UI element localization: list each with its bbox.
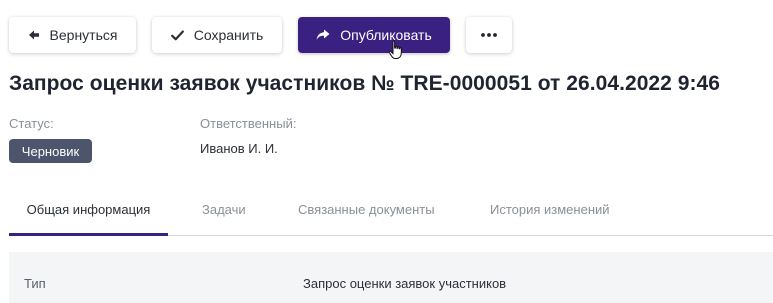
back-button[interactable]: Вернуться [9, 17, 136, 53]
status-label: Статус: [9, 116, 54, 131]
publish-button-label: Опубликовать [340, 27, 432, 43]
publish-button[interactable]: Опубликовать [298, 17, 450, 53]
more-actions-button[interactable] [466, 17, 512, 53]
arrow-left-icon [28, 29, 40, 41]
tab-bar: Общая информация Задачи Связанные докуме… [9, 184, 773, 236]
share-arrow-icon [316, 29, 330, 41]
info-row-type-value: Запрос оценки заявок участников [303, 276, 507, 291]
tab-general-info[interactable]: Общая информация [9, 184, 168, 236]
tab-change-history[interactable]: История изменений [490, 184, 610, 235]
save-button-label: Сохранить [193, 27, 264, 43]
info-row-type-label: Тип [24, 276, 46, 291]
save-button[interactable]: Сохранить [152, 17, 282, 53]
owner-label: Ответственный: [200, 116, 297, 131]
hand-pointer-cursor-icon [388, 40, 404, 65]
owner-value: Иванов И. И. [200, 141, 278, 156]
tab-tasks[interactable]: Задачи [202, 184, 246, 235]
checkmark-icon [170, 30, 184, 41]
more-horizontal-icon [481, 33, 497, 37]
status-badge: Черновик [9, 139, 92, 163]
tab-related-documents[interactable]: Связанные документы [298, 184, 435, 235]
page-title: Запрос оценки заявок участников № TRE-00… [9, 72, 720, 95]
back-button-label: Вернуться [49, 27, 118, 43]
